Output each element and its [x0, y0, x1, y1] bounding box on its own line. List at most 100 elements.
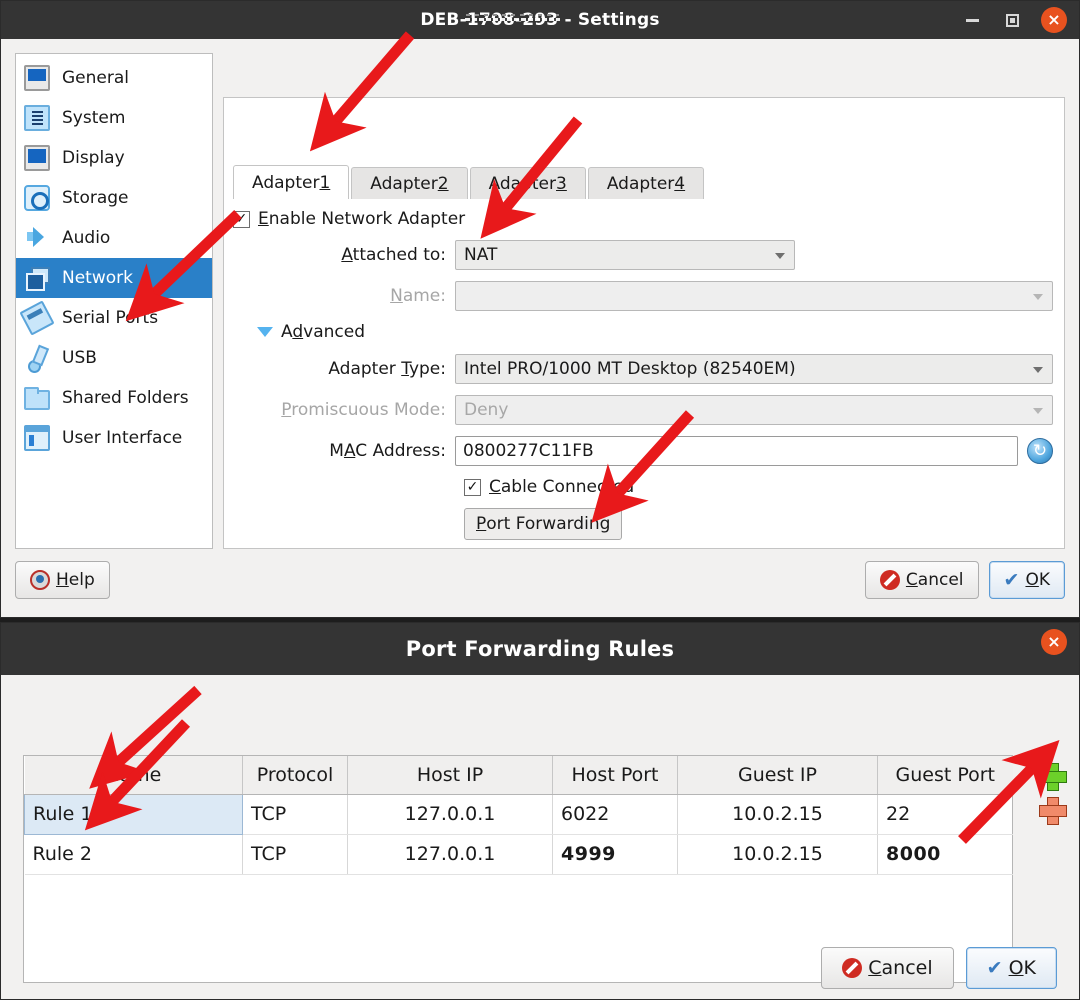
adapter-type-dropdown[interactable]: Intel PRO/1000 MT Desktop (82540EM): [455, 354, 1053, 384]
rules-table: Name Protocol Host IP Host Port Guest IP…: [24, 756, 1013, 875]
cell-protocol[interactable]: TCP: [243, 794, 348, 834]
label-mnemonic: A: [344, 441, 355, 461]
cell-protocol[interactable]: TCP: [243, 834, 348, 874]
sidebar-item-label: Audio: [62, 228, 110, 248]
sidebar-item-general[interactable]: General: [16, 58, 212, 98]
enable-network-adapter-label: Enable Network Adapter: [258, 209, 465, 229]
label-mnemonic: C: [489, 477, 501, 497]
dialog-close-button[interactable]: ×: [1041, 629, 1067, 655]
label-mnemonic: N: [390, 286, 403, 306]
port-forwarding-button[interactable]: Port Forwarding: [464, 508, 622, 540]
refresh-mac-icon[interactable]: [1027, 438, 1053, 464]
label-mnemonic: C: [868, 957, 881, 979]
sidebar-item-audio[interactable]: Audio: [16, 218, 212, 258]
label-text: K: [1039, 570, 1050, 590]
cable-connected-checkbox[interactable]: ✓: [464, 479, 481, 496]
system-icon: [24, 105, 50, 131]
sidebar-item-user-interface[interactable]: User Interface: [16, 418, 212, 458]
dialog-cancel-button[interactable]: Cancel: [821, 947, 953, 989]
minimize-icon: [966, 19, 979, 22]
sidebar-item-serial-ports[interactable]: Serial Ports: [16, 298, 212, 338]
check-glyph: ✓: [467, 479, 479, 495]
minimize-button[interactable]: [961, 9, 983, 31]
help-icon: [30, 570, 50, 590]
label-pre: Adapter: [328, 359, 401, 379]
cell-guest-port[interactable]: 8000: [878, 834, 1013, 874]
usb-icon: [24, 345, 50, 371]
label-mnemonic: H: [56, 570, 69, 590]
cell-host-port[interactable]: 4999: [553, 834, 678, 874]
port-forwarding-dialog: Port Forwarding Rules × Name Protocol: [0, 622, 1080, 1000]
cancel-button[interactable]: Cancel: [865, 561, 979, 599]
enable-network-adapter-checkbox[interactable]: ✓: [233, 211, 250, 228]
adapter-type-control: Intel PRO/1000 MT Desktop (82540EM): [455, 354, 1053, 384]
cell-host-ip[interactable]: 127.0.0.1: [348, 834, 553, 874]
sidebar-item-system[interactable]: System: [16, 98, 212, 138]
column-header-protocol[interactable]: Protocol: [243, 756, 348, 794]
adapter-tabs: Adapter 1 Adapter 2 Adapter 3 Adapter 4: [233, 165, 706, 199]
label-mnemonic: O: [1025, 570, 1038, 590]
dialog-ok-button[interactable]: ✔ OK: [966, 947, 1057, 989]
column-header-host-port[interactable]: Host Port: [553, 756, 678, 794]
cell-guest-port[interactable]: 22: [878, 794, 1013, 834]
tab-label: Adapter: [370, 174, 437, 194]
column-header-guest-port[interactable]: Guest Port: [878, 756, 1013, 794]
window-controls: ×: [961, 1, 1067, 39]
sidebar-item-storage[interactable]: Storage: [16, 178, 212, 218]
advanced-toggle[interactable]: Advanced: [257, 322, 1053, 342]
enable-network-adapter-row: ✓ Enable Network Adapter: [233, 209, 1053, 229]
label-text: elp: [69, 570, 95, 590]
table-row[interactable]: Rule 1 TCP 127.0.0.1 6022 10.0.2.15 22: [25, 794, 1013, 834]
mac-address-input[interactable]: 0800277C11FB: [455, 436, 1018, 466]
table-row[interactable]: Rule 2 TCP 127.0.0.1 4999 10.0.2.15 8000: [25, 834, 1013, 874]
attached-to-dropdown[interactable]: NAT: [455, 240, 795, 270]
dialog-titlebar: Port Forwarding Rules ×: [1, 623, 1079, 675]
help-button[interactable]: Help: [15, 561, 110, 599]
tab-mnemonic: 3: [556, 174, 567, 194]
network-icon: [24, 265, 50, 291]
audio-icon: [24, 225, 50, 251]
tab-adapter-4[interactable]: Adapter 4: [588, 167, 704, 199]
cell-guest-ip[interactable]: 10.0.2.15: [678, 834, 878, 874]
promiscuous-mode-label: Promiscuous Mode:: [233, 400, 455, 420]
label-mnemonic: C: [906, 570, 918, 590]
settings-sidebar: General System Display Storage Audio: [15, 53, 213, 549]
tab-adapter-2[interactable]: Adapter 2: [351, 167, 467, 199]
remove-rule-icon[interactable]: [1037, 795, 1067, 825]
maximize-button[interactable]: [1001, 9, 1023, 31]
sidebar-item-network[interactable]: Network: [16, 258, 212, 298]
attached-to-value: NAT: [464, 245, 497, 265]
column-header-guest-ip[interactable]: Guest IP: [678, 756, 878, 794]
sidebar-item-display[interactable]: Display: [16, 138, 212, 178]
rules-table-head: Name Protocol Host IP Host Port Guest IP…: [25, 756, 1013, 794]
cell-host-ip[interactable]: 127.0.0.1: [348, 794, 553, 834]
close-button[interactable]: ×: [1041, 7, 1067, 33]
add-rule-icon[interactable]: [1037, 761, 1067, 791]
sidebar-item-usb[interactable]: USB: [16, 338, 212, 378]
attached-to-control: NAT: [455, 240, 795, 270]
cell-guest-ip[interactable]: 10.0.2.15: [678, 794, 878, 834]
title-suffix: - Settings: [558, 10, 659, 30]
cell-name[interactable]: Rule 1: [25, 794, 243, 834]
sidebar-item-label: Display: [62, 148, 125, 168]
cancel-icon: [880, 570, 900, 590]
tab-adapter-3[interactable]: Adapter 3: [470, 167, 586, 199]
tab-adapter-1[interactable]: Adapter 1: [233, 165, 349, 199]
promiscuous-mode-control: Deny: [455, 395, 1053, 425]
check-icon: ✔: [1004, 571, 1020, 590]
attached-to-label: Attached to:: [233, 245, 455, 265]
cancel-label: Cancel: [906, 570, 964, 590]
label-text: vanced: [303, 322, 365, 342]
cell-name[interactable]: Rule 2: [25, 834, 243, 874]
sidebar-item-label: Network: [62, 268, 133, 288]
promiscuous-mode-dropdown: Deny: [455, 395, 1053, 425]
column-header-host-ip[interactable]: Host IP: [348, 756, 553, 794]
label-text: C Address:: [355, 441, 446, 461]
label-text: ort Forwarding: [486, 514, 610, 534]
column-header-name[interactable]: Name: [25, 756, 243, 794]
ok-button[interactable]: ✔ OK: [989, 561, 1065, 599]
sidebar-item-shared-folders[interactable]: Shared Folders: [16, 378, 212, 418]
label-text: K: [1024, 957, 1036, 979]
cancel-label: Cancel: [868, 957, 932, 979]
cell-host-port[interactable]: 6022: [553, 794, 678, 834]
